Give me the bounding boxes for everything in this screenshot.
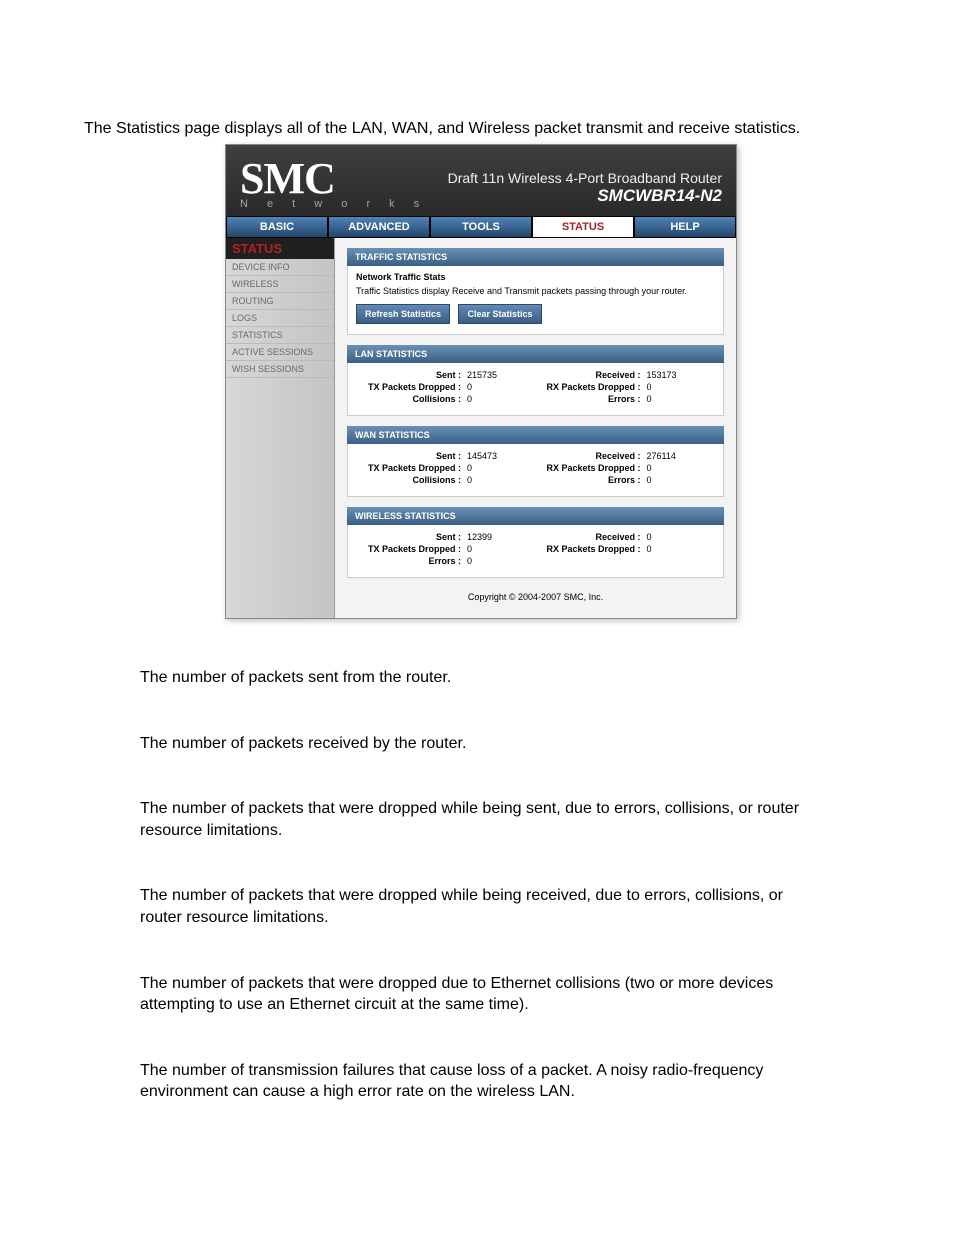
clear-button[interactable]: Clear Statistics xyxy=(458,304,541,324)
sidebar-item-routing[interactable]: ROUTING xyxy=(226,293,334,310)
nav-tabs: BASIC ADVANCED TOOLS STATUS HELP xyxy=(226,216,736,238)
sidebar-title: STATUS xyxy=(226,238,334,259)
nav-tab-tools[interactable]: TOOLS xyxy=(430,216,532,238)
logo-block: SMC N e t w o r k s xyxy=(240,157,427,210)
lan-err-value: 0 xyxy=(641,394,652,404)
router-panel: SMC N e t w o r k s Draft 11n Wireless 4… xyxy=(225,144,737,619)
sidebar-item-active-sessions[interactable]: ACTIVE SESSIONS xyxy=(226,344,334,361)
router-body: STATUS DEVICE INFO WIRELESS ROUTING LOGS… xyxy=(226,238,736,618)
wl-err-label: Errors : xyxy=(356,556,461,566)
logo-main: SMC xyxy=(240,157,427,201)
def-tx-dropped: The number of packets that were dropped … xyxy=(140,798,814,841)
lan-sent-value: 215735 xyxy=(461,370,497,380)
intro-text: The Statistics page displays all of the … xyxy=(84,120,954,138)
sidebar-item-wireless[interactable]: WIRELESS xyxy=(226,276,334,293)
traffic-stats-head: TRAFFIC STATISTICS xyxy=(347,248,724,266)
lan-sent-label: Sent : xyxy=(356,370,461,380)
def-collisions: The number of packets that were dropped … xyxy=(140,973,814,1016)
wl-sent-label: Sent : xyxy=(356,532,461,542)
wan-stats-body: Sent :145473 TX Packets Dropped :0 Colli… xyxy=(347,444,724,497)
def-sent: The number of packets sent from the rout… xyxy=(140,667,814,689)
traffic-stats-desc: Traffic Statistics display Receive and T… xyxy=(356,286,715,296)
nav-tab-basic[interactable]: BASIC xyxy=(226,216,328,238)
wan-coll-label: Collisions : xyxy=(356,475,461,485)
nav-tab-help[interactable]: HELP xyxy=(634,216,736,238)
lan-stats-body: Sent :215735 TX Packets Dropped :0 Colli… xyxy=(347,363,724,416)
wl-rxdrop-value: 0 xyxy=(641,544,652,554)
sidebar-item-wish-sessions[interactable]: WISH SESSIONS xyxy=(226,361,334,378)
lan-txdrop-value: 0 xyxy=(461,382,472,392)
wireless-stats-body: Sent :12399 TX Packets Dropped :0 Errors… xyxy=(347,525,724,578)
logo-sub: N e t w o r k s xyxy=(240,199,427,210)
content-area: TRAFFIC STATISTICS Network Traffic Stats… xyxy=(335,238,736,618)
wan-stats-head: WAN STATISTICS xyxy=(347,426,724,444)
def-received: The number of packets received by the ro… xyxy=(140,733,814,755)
refresh-button[interactable]: Refresh Statistics xyxy=(356,304,450,324)
wl-recv-label: Received : xyxy=(536,532,641,542)
wl-txdrop-label: TX Packets Dropped : xyxy=(356,544,461,554)
sidebar-item-logs[interactable]: LOGS xyxy=(226,310,334,327)
wan-recv-value: 276114 xyxy=(641,451,676,461)
lan-rxdrop-value: 0 xyxy=(641,382,652,392)
def-rx-dropped: The number of packets that were dropped … xyxy=(140,885,814,928)
wan-err-value: 0 xyxy=(641,475,652,485)
lan-coll-value: 0 xyxy=(461,394,472,404)
wan-sent-value: 145473 xyxy=(461,451,497,461)
wl-rxdrop-label: RX Packets Dropped : xyxy=(536,544,641,554)
wl-recv-value: 0 xyxy=(641,532,652,542)
lan-stats-head: LAN STATISTICS xyxy=(347,345,724,363)
lan-rxdrop-label: RX Packets Dropped : xyxy=(536,382,641,392)
wan-txdrop-label: TX Packets Dropped : xyxy=(356,463,461,473)
product-model: SMCWBR14-N2 xyxy=(448,186,722,206)
lan-err-label: Errors : xyxy=(536,394,641,404)
traffic-stats-sub: Network Traffic Stats xyxy=(356,272,715,282)
lan-txdrop-label: TX Packets Dropped : xyxy=(356,382,461,392)
wl-sent-value: 12399 xyxy=(461,532,492,542)
wl-err-value: 0 xyxy=(461,556,472,566)
header-titles: Draft 11n Wireless 4-Port Broadband Rout… xyxy=(448,170,722,210)
def-errors: The number of transmission failures that… xyxy=(140,1060,814,1103)
wan-err-label: Errors : xyxy=(536,475,641,485)
nav-tab-advanced[interactable]: ADVANCED xyxy=(328,216,430,238)
product-title: Draft 11n Wireless 4-Port Broadband Rout… xyxy=(448,170,722,186)
wl-txdrop-value: 0 xyxy=(461,544,472,554)
wan-sent-label: Sent : xyxy=(356,451,461,461)
sidebar-item-statistics[interactable]: STATISTICS xyxy=(226,327,334,344)
nav-tab-status[interactable]: STATUS xyxy=(532,216,634,238)
wan-coll-value: 0 xyxy=(461,475,472,485)
copyright-text: Copyright © 2004-2007 SMC, Inc. xyxy=(347,592,724,602)
sidebar: STATUS DEVICE INFO WIRELESS ROUTING LOGS… xyxy=(226,238,335,618)
definitions: The number of packets sent from the rout… xyxy=(140,667,814,1103)
sidebar-item-device-info[interactable]: DEVICE INFO xyxy=(226,259,334,276)
lan-coll-label: Collisions : xyxy=(356,394,461,404)
router-header: SMC N e t w o r k s Draft 11n Wireless 4… xyxy=(226,145,736,216)
lan-recv-label: Received : xyxy=(536,370,641,380)
wan-txdrop-value: 0 xyxy=(461,463,472,473)
wan-rxdrop-label: RX Packets Dropped : xyxy=(536,463,641,473)
lan-recv-value: 153173 xyxy=(641,370,677,380)
wan-rxdrop-value: 0 xyxy=(641,463,652,473)
traffic-stats-body: Network Traffic Stats Traffic Statistics… xyxy=(347,266,724,335)
wireless-stats-head: WIRELESS STATISTICS xyxy=(347,507,724,525)
wan-recv-label: Received : xyxy=(536,451,641,461)
